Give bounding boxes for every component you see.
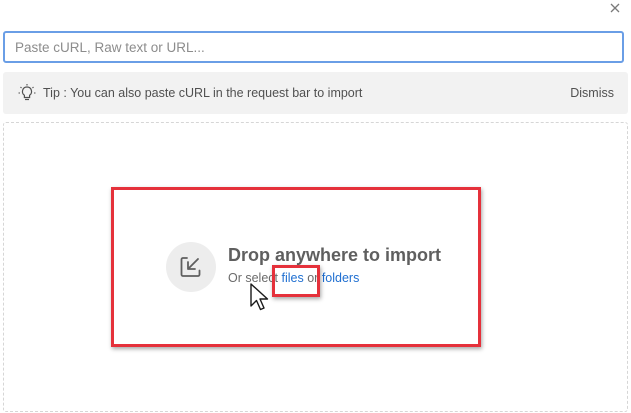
- mouse-pointer-icon: [249, 282, 271, 312]
- dismiss-button[interactable]: Dismiss: [570, 86, 614, 100]
- paste-input[interactable]: [3, 31, 624, 63]
- lightbulb-icon: [17, 83, 37, 103]
- annotation-highlight-files: [272, 265, 320, 297]
- close-icon[interactable]: [607, 0, 623, 16]
- tip-bar: Tip : You can also paste cURL in the req…: [3, 72, 628, 114]
- import-dialog: Tip : You can also paste cURL in the req…: [0, 0, 631, 413]
- tip-text: Tip : You can also paste cURL in the req…: [43, 86, 363, 100]
